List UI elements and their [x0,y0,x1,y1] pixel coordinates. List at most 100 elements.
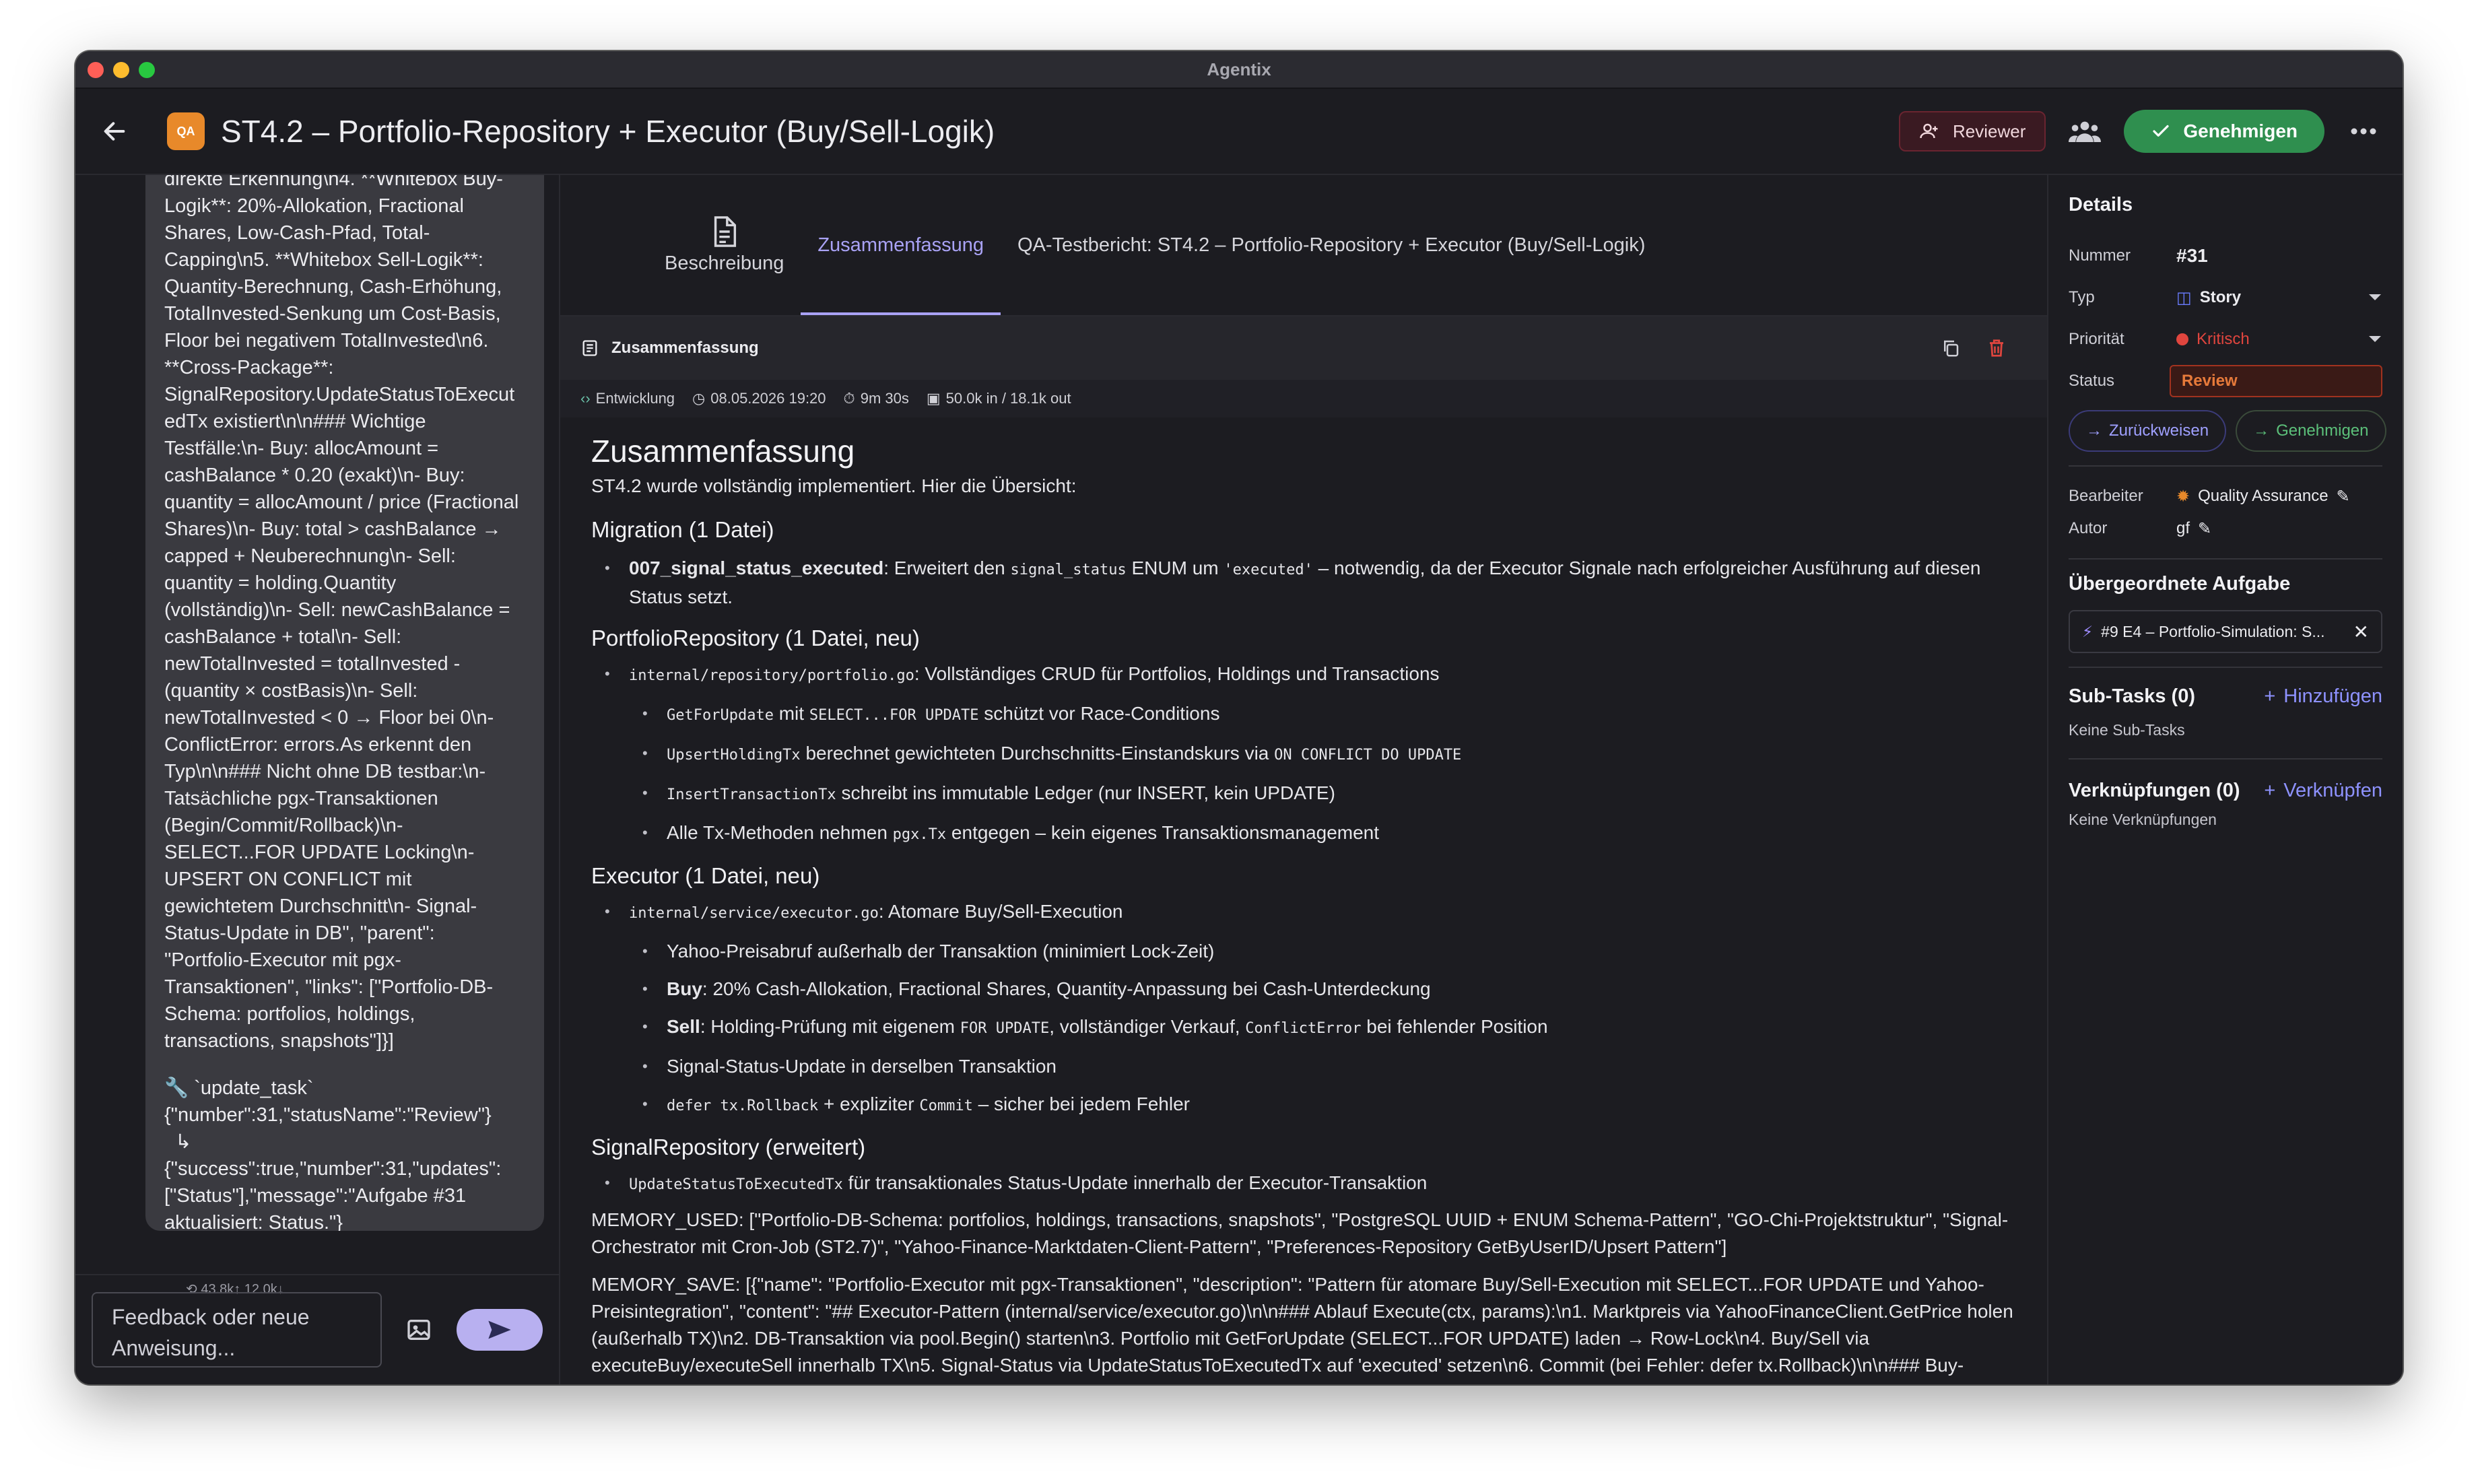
assignee-label: Bearbeiter [2069,487,2143,505]
plus-icon: + [2264,685,2276,707]
subtasks-header: Sub-Tasks (0) + Hinzufügen [2069,685,2382,708]
tab-zusammenfassung-label: Zusammenfassung [817,234,984,256]
migration-heading: Migration (1 Datei) [591,517,774,542]
story-icon: ◫ [2176,288,2192,307]
executor-subitem: Signal-Status-Update in derselben Transa… [591,1053,2015,1080]
meta-tokens: ▣ 50.0k in / 18.1k out [927,390,1071,407]
minimize-window-button[interactable] [113,62,129,78]
approve-button[interactable]: Genehmigen [2124,110,2324,153]
migration-item: 007_signal_status_executed: Erweitert de… [591,555,2015,611]
priority-select[interactable]: Kritisch [2176,330,2382,349]
subtasks-heading: Sub-Tasks (0) [2069,685,2196,707]
divider [2069,465,2382,467]
doc-title: Zusammenfassung [591,434,855,469]
window-title: Agentix [1207,59,1271,79]
image-icon [407,1320,431,1340]
executor-item: internal/service/executor.go: Atomare Bu… [591,898,2015,927]
tab-zusammenfassung[interactable]: Zusammenfassung [801,175,1001,315]
edit-icon[interactable]: ✎ [2337,487,2350,506]
type-value: Story [2199,288,2242,306]
chat-panel: direkte Erkennung\n4. **Whitebox Buy-Log… [75,175,560,1384]
portfolio-item: internal/repository/portfolio.go: Vollst… [591,661,2015,689]
team-button[interactable] [2066,112,2104,150]
copy-icon[interactable] [1941,338,1961,358]
signal-heading: SignalRepository (erweitert) [591,1135,866,1159]
parent-task-heading: Übergeordnete Aufgabe [2069,573,2291,595]
meta-date-text: 08.05.2026 19:20 [710,390,826,407]
page-title: ST4.2 – Portfolio-Repository + Executor … [221,114,995,149]
app-window: Agentix QA ST4.2 – Portfolio-Repository … [75,51,2403,1384]
doc-intro: ST4.2 wurde vollständig implementiert. H… [591,475,1077,496]
reviewer-button[interactable]: Reviewer [1899,111,2046,151]
assignee-value: ✹ Quality Assurance ✎ [2176,487,2350,506]
parent-task-text: #9 E4 – Portfolio-Simulation: S... [2101,622,2325,640]
reviewer-label: Reviewer [1953,121,2026,141]
chevron-down-icon [2369,294,2381,300]
memory-save: MEMORY_SAVE: [{"name": "Portfolio-Execut… [591,1274,2013,1384]
number-value: #31 [2176,245,2208,266]
more-options-button[interactable] [2345,112,2382,150]
detail-status: Status Review [2069,360,2382,402]
arrow-right-icon: → [2086,421,2102,440]
approve-status-button[interactable]: → Genehmigen [2236,410,2386,452]
reject-button[interactable]: → Zurückweisen [2069,410,2227,452]
gear-icon: ✹ [2176,487,2190,506]
zoom-window-button[interactable] [139,62,155,78]
timer-icon: ⏱ [843,390,855,407]
details-sidebar: Details Nummer #31 Typ ◫ Story Priorität… [2047,175,2403,1384]
add-subtask-button[interactable]: + Hinzufügen [2264,685,2382,708]
back-button[interactable] [96,112,133,150]
links-empty: Keine Verknüpfungen [2069,811,2217,828]
tab-qa-report[interactable]: QA-Testbericht: ST4.2 – Portfolio-Reposi… [1001,175,1662,315]
send-icon [488,1320,511,1339]
type-label: Typ [2069,288,2095,306]
priority-label: Priorität [2069,330,2124,348]
tab-beschreibung-label: Beschreibung [665,252,784,274]
send-button[interactable] [456,1309,543,1351]
main-content: Beschreibung Zusammenfassung QA-Testberi… [560,175,2047,1384]
document-icon [714,215,736,247]
priority-value: Kritisch [2197,330,2250,348]
executor-subitem: Sell: Holding-Prüfung mit eigenem FOR UP… [591,1013,2015,1042]
meta-phase: ‹› Entwicklung [580,390,675,407]
more-horizontal-icon [2351,128,2376,135]
edit-icon[interactable]: ✎ [2198,519,2211,539]
detail-assignee: Bearbeiter ✹ Quality Assurance ✎ [2069,480,2382,512]
qa-agent-badge: QA [167,112,205,150]
add-link-button[interactable]: + Verknüpfen [2264,780,2382,802]
executor-heading: Executor (1 Datei, neu) [591,863,820,888]
type-select[interactable]: ◫ Story [2176,288,2382,308]
meta-date: ◷ 08.05.2026 19:20 [692,390,826,407]
tab-beschreibung[interactable]: Beschreibung [648,175,801,315]
executor-subitem: defer tx.Rollback + expliziter Commit – … [591,1091,2015,1120]
chevron-down-icon [2369,336,2381,342]
links-heading: Verknüpfungen (0) [2069,780,2240,801]
summary-header: Zusammenfassung [560,315,2047,380]
author-label: Autor [2069,519,2108,537]
executor-subitem: Yahoo-Preisabruf außerhalb der Transakti… [591,938,2015,965]
status-label: Status [2069,372,2115,390]
portfolio-subitem: GetForUpdate mit SELECT...FOR UPDATE sch… [591,700,2015,729]
delete-icon[interactable] [1986,338,2007,358]
approve-status-label: Genehmigen [2276,421,2369,440]
window-controls [88,62,155,78]
signal-item: UpdateStatusToExecutedTx für transaktion… [591,1170,2015,1199]
close-window-button[interactable] [88,62,104,78]
plus-icon: + [2264,779,2276,801]
feedback-input[interactable]: Feedback oder neue Anweisung... [92,1292,382,1368]
critical-dot-icon [2176,333,2188,345]
divider [2069,558,2382,560]
detail-priority[interactable]: Priorität Kritisch [2069,318,2382,360]
subtasks-empty: Keine Sub-Tasks [2069,721,2185,739]
meta-duration-text: 9m 30s [860,390,909,407]
tab-bar: Beschreibung Zusammenfassung QA-Testberi… [560,175,2047,315]
users-icon [2069,121,2102,142]
close-icon[interactable]: ✕ [2353,621,2369,643]
task-header: QA ST4.2 – Portfolio-Repository + Execut… [75,89,2403,175]
meta-phase-text: Entwicklung [595,390,675,407]
bolt-icon: ⚡ [2082,622,2094,640]
attach-image-button[interactable] [401,1311,437,1349]
parent-task-link[interactable]: ⚡ #9 E4 – Portfolio-Simulation: S... ✕ [2069,610,2382,653]
detail-type[interactable]: Typ ◫ Story [2069,277,2382,318]
tab-qa-report-label: QA-Testbericht: ST4.2 – Portfolio-Reposi… [1017,234,1646,256]
